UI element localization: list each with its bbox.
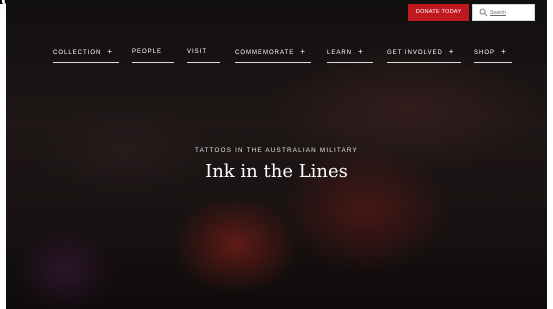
- nav-item-commemorate[interactable]: COMMEMORATE +: [235, 46, 311, 63]
- nav-label: COMMEMORATE: [235, 50, 295, 56]
- nav-item-people[interactable]: PEOPLE: [132, 46, 174, 63]
- search-input[interactable]: [490, 6, 532, 19]
- expand-plus-icon[interactable]: +: [501, 47, 506, 56]
- expand-plus-icon[interactable]: +: [107, 47, 112, 56]
- search-icon[interactable]: [479, 8, 488, 17]
- search-box: [472, 4, 535, 21]
- hero-title: Ink in the Lines: [205, 161, 348, 182]
- nav-label: COLLECTION: [53, 50, 102, 56]
- nav-label: SHOP: [474, 50, 496, 56]
- main-nav: COLLECTION + PEOPLE VISIT COMMEMORATE + LE…: [0, 46, 553, 64]
- nav-label: LEARN: [327, 50, 353, 56]
- expand-plus-icon[interactable]: +: [300, 47, 305, 56]
- nav-item-get-involved[interactable]: GET INVOLVED +: [387, 46, 461, 63]
- nav-item-collection[interactable]: COLLECTION +: [53, 46, 119, 63]
- nav-item-learn[interactable]: LEARN +: [327, 46, 373, 63]
- hero-kicker: TATTOOS IN THE AUSTRALIAN MILITARY: [195, 147, 358, 154]
- nav-item-shop[interactable]: SHOP +: [474, 46, 512, 63]
- nav-label: GET INVOLVED: [387, 50, 443, 56]
- nav-label: PEOPLE: [132, 49, 163, 55]
- expand-plus-icon[interactable]: +: [358, 47, 363, 56]
- nav-item-visit[interactable]: VISIT: [187, 46, 220, 63]
- nav-label: VISIT: [187, 49, 208, 55]
- expand-plus-icon[interactable]: +: [449, 47, 454, 56]
- donate-button[interactable]: DONATE TODAY: [408, 4, 469, 21]
